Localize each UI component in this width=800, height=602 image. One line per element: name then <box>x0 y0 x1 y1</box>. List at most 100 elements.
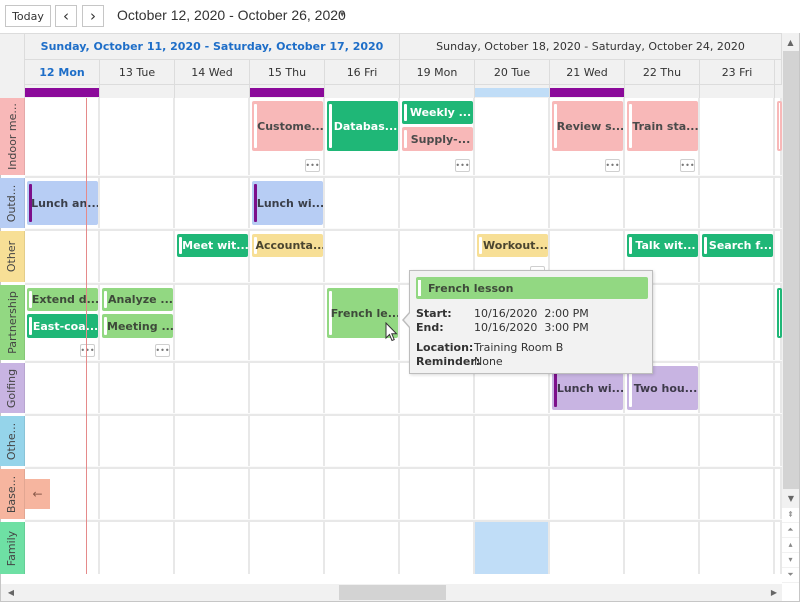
appointment[interactable]: Workout... <box>477 234 548 257</box>
next-period-button[interactable]: › <box>82 5 104 27</box>
time-cell[interactable] <box>700 178 775 228</box>
all-day-marker[interactable] <box>250 88 324 97</box>
horizontal-scrollbar[interactable]: ◀ ▶ <box>1 584 782 601</box>
nav-next-resource-icon[interactable]: ▾ <box>782 553 799 567</box>
time-cell[interactable] <box>100 469 175 519</box>
appointment[interactable]: Supply-... <box>402 127 473 151</box>
time-cell[interactable] <box>775 416 782 466</box>
time-cell[interactable] <box>700 98 775 175</box>
appointment[interactable]: Meeting ... <box>102 314 173 338</box>
appointment[interactable]: Search f... <box>702 234 773 257</box>
time-cell[interactable] <box>25 98 100 175</box>
appointment[interactable]: Custome... <box>252 101 323 151</box>
time-cell[interactable] <box>25 363 100 413</box>
more-appointments-button[interactable]: ••• <box>155 344 170 357</box>
time-cell[interactable] <box>325 231 400 282</box>
time-cell[interactable] <box>250 522 325 574</box>
day-header[interactable]: 21 Wed <box>550 60 625 85</box>
nav-prev-resource-icon[interactable]: ▴ <box>782 538 799 552</box>
more-appointments-button[interactable]: ••• <box>455 159 470 172</box>
more-appointments-button[interactable]: ••• <box>680 159 695 172</box>
resource-header[interactable]: Base... <box>0 469 25 519</box>
nav-first-resource-icon[interactable]: ⇞ <box>782 508 799 522</box>
time-cell[interactable] <box>700 363 775 413</box>
date-range-caption[interactable]: October 12, 2020 - October 26, 2020 <box>117 7 346 23</box>
time-cell[interactable] <box>325 363 400 413</box>
time-cell[interactable] <box>25 231 100 282</box>
time-cell[interactable] <box>100 522 175 574</box>
time-cell[interactable] <box>175 178 250 228</box>
time-cell[interactable] <box>250 416 325 466</box>
more-appointments-button[interactable]: ••• <box>80 344 95 357</box>
more-appointments-button[interactable]: ••• <box>305 159 320 172</box>
time-cell[interactable] <box>700 285 775 360</box>
time-cell[interactable] <box>400 178 475 228</box>
horizontal-scroll-thumb[interactable] <box>339 585 446 600</box>
time-cell[interactable] <box>475 98 550 175</box>
day-header[interactable]: 19 Mon <box>400 60 475 85</box>
resource-header[interactable]: Family <box>0 522 25 574</box>
time-cell[interactable] <box>475 416 550 466</box>
scroll-up-icon[interactable]: ▲ <box>782 35 799 49</box>
appointment[interactable]: Lunch wi... <box>252 181 323 225</box>
time-cell[interactable] <box>175 416 250 466</box>
appointment[interactable]: Meet wit... <box>177 234 248 257</box>
nav-next-page-icon[interactable]: ⏷ <box>782 568 799 582</box>
appointment[interactable]: Weekly ... <box>402 101 473 124</box>
time-cell[interactable] <box>325 522 400 574</box>
time-cell[interactable] <box>175 469 250 519</box>
arrow-left-icon[interactable]: ← <box>25 479 50 509</box>
resource-header[interactable]: Indoor me... <box>0 98 25 175</box>
day-header[interactable]: 20 Tue <box>475 60 550 85</box>
resource-header[interactable]: Partnership <box>0 285 25 360</box>
chevron-down-icon[interactable]: ▾ <box>340 10 345 20</box>
appointment[interactable]: Lunch an... <box>27 181 98 225</box>
resource-header[interactable]: Outd... <box>0 178 25 228</box>
time-cell[interactable] <box>325 178 400 228</box>
appointment[interactable]: Train sta... <box>627 101 698 151</box>
time-cell[interactable] <box>700 416 775 466</box>
appointment[interactable]: East-coa... <box>27 314 98 338</box>
appointment[interactable]: Review s... <box>552 101 623 151</box>
all-day-cell[interactable] <box>325 85 400 99</box>
resource-header[interactable]: Other <box>0 231 25 282</box>
appointment[interactable]: Extend d... <box>27 288 98 311</box>
time-cell[interactable] <box>100 231 175 282</box>
resource-header[interactable]: Golfing <box>0 363 25 413</box>
day-header[interactable]: 16 Fri <box>325 60 400 85</box>
scroll-left-icon[interactable]: ◀ <box>4 584 18 601</box>
time-cell[interactable] <box>550 416 625 466</box>
appointment[interactable]: Accounta... <box>252 234 323 257</box>
appointment[interactable]: Analyze ... <box>102 288 173 311</box>
time-cell[interactable] <box>175 98 250 175</box>
time-cell[interactable] <box>550 469 625 519</box>
all-day-marker[interactable] <box>25 88 99 97</box>
time-cell[interactable] <box>775 363 782 413</box>
appointment[interactable]: Talk wit... <box>627 234 698 257</box>
day-header[interactable]: 22 Thu <box>625 60 700 85</box>
all-day-cell[interactable] <box>100 85 175 99</box>
time-cell[interactable] <box>100 363 175 413</box>
day-header[interactable]: 15 Thu <box>250 60 325 85</box>
prev-period-button[interactable]: ‹ <box>55 5 77 27</box>
time-cell[interactable] <box>250 285 325 360</box>
time-cell[interactable] <box>25 522 100 574</box>
day-header[interactable]: 13 Tue <box>100 60 175 85</box>
time-cell[interactable] <box>775 231 782 282</box>
time-cell[interactable] <box>400 416 475 466</box>
time-cell[interactable] <box>550 522 625 574</box>
time-cell[interactable] <box>550 178 625 228</box>
more-appointments-button[interactable]: ••• <box>605 159 620 172</box>
all-day-marker[interactable] <box>550 88 624 97</box>
time-cell[interactable] <box>175 285 250 360</box>
time-cell[interactable] <box>25 416 100 466</box>
time-cell[interactable] <box>100 98 175 175</box>
time-cell[interactable] <box>175 363 250 413</box>
all-day-cell[interactable] <box>700 85 775 99</box>
all-day-marker[interactable] <box>475 88 549 97</box>
time-cell[interactable] <box>325 469 400 519</box>
time-cell[interactable] <box>475 178 550 228</box>
day-header[interactable]: 14 Wed <box>175 60 250 85</box>
scroll-down-icon[interactable]: ▼ <box>783 491 799 505</box>
scroll-right-icon[interactable]: ▶ <box>767 584 781 601</box>
